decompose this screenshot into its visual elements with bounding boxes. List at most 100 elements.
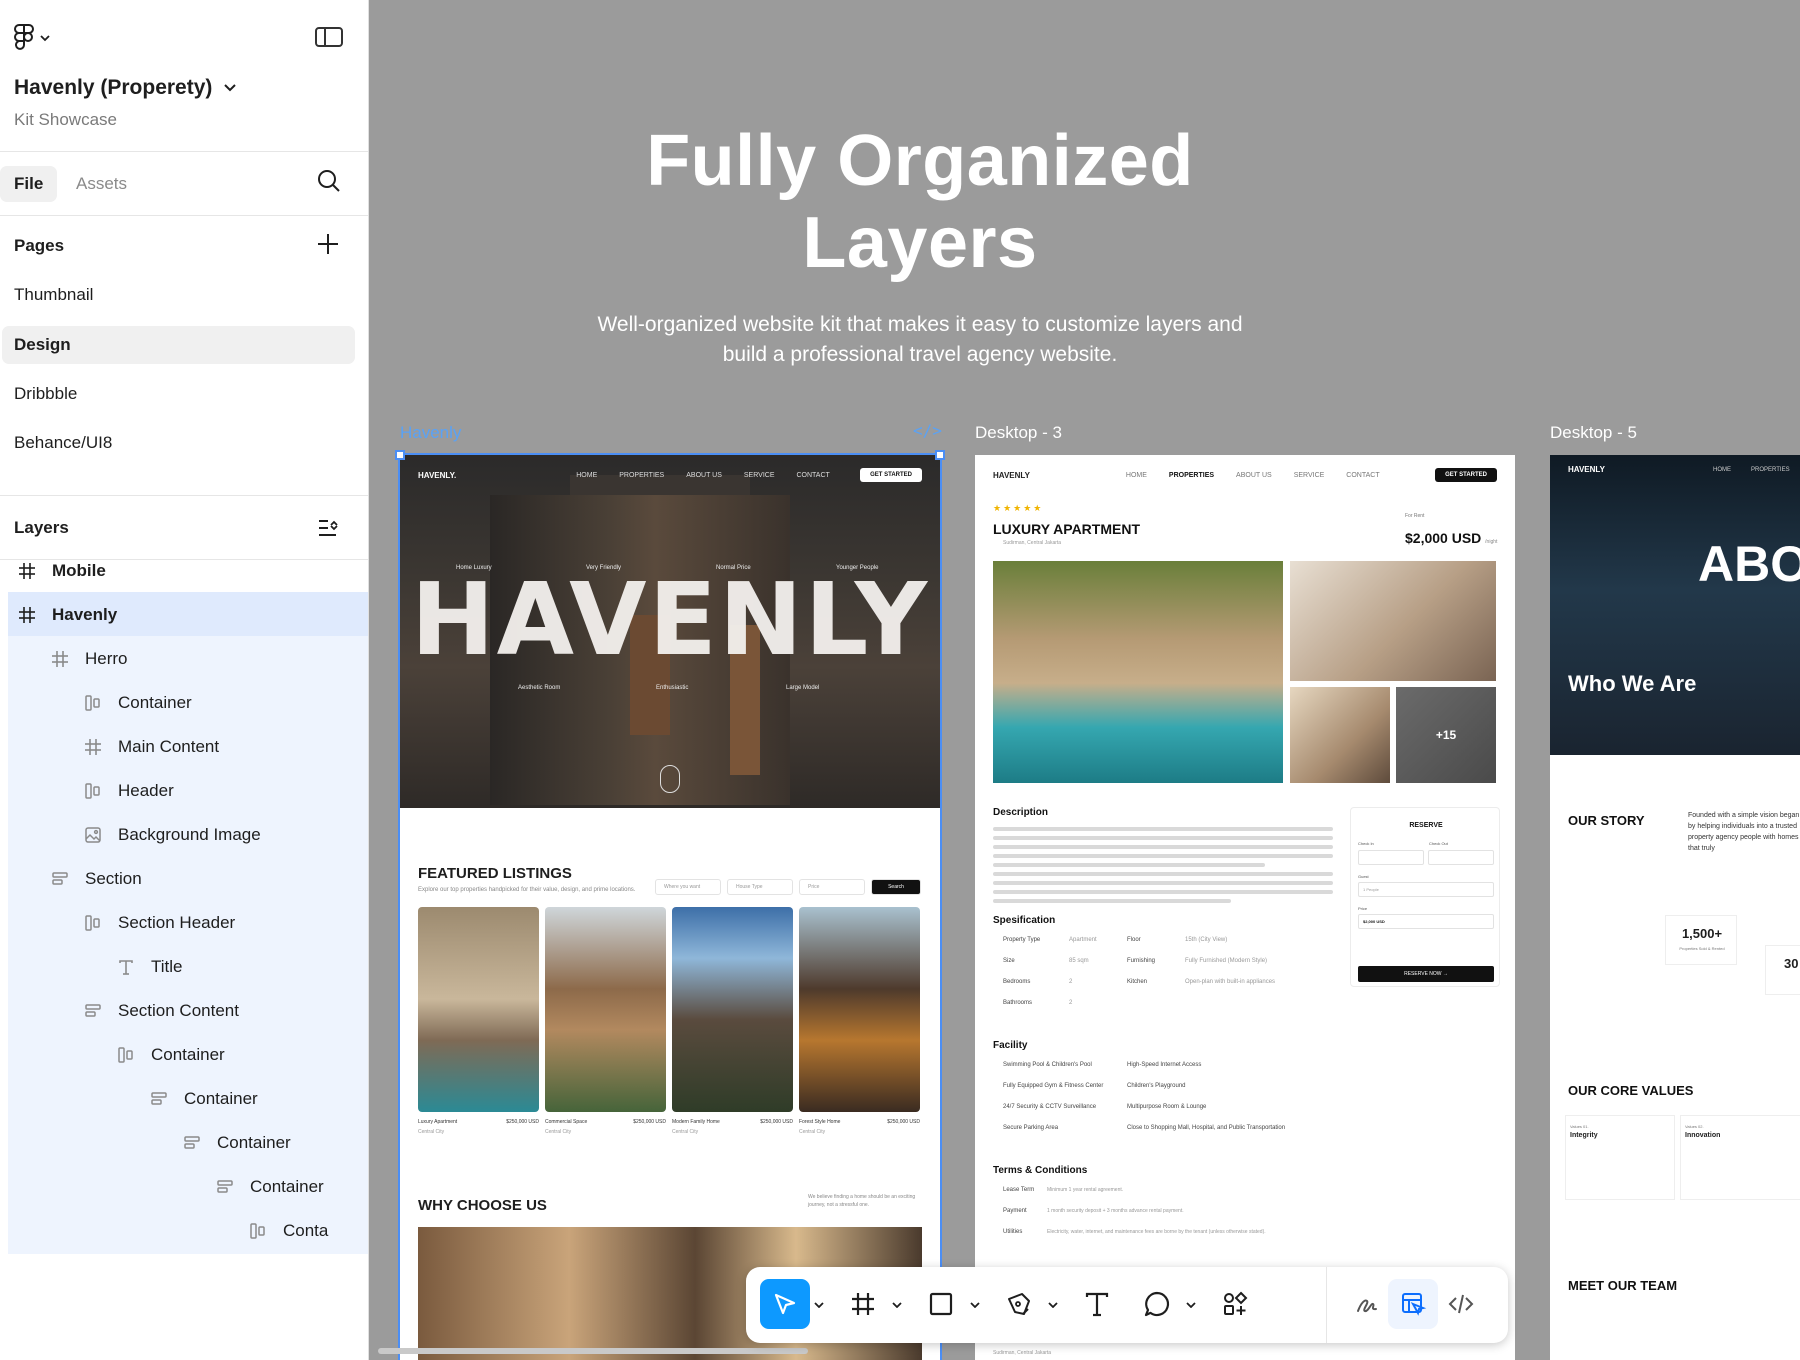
price-label: Price [1358, 906, 1368, 911]
resize-handle[interactable] [395, 450, 405, 460]
nav-link[interactable]: PROPERTIES [1751, 467, 1790, 473]
toggle-sidebar-button[interactable] [314, 26, 344, 48]
facility-item: High-Speed Internet Access [1127, 1062, 1202, 1068]
get-started-button[interactable]: GET STARTED [1435, 468, 1497, 482]
layer-row[interactable]: Title [8, 944, 368, 990]
check-out-field[interactable] [1428, 850, 1494, 865]
nav-link[interactable]: ABOUT US [686, 472, 722, 479]
move-tool-menu[interactable] [812, 1299, 826, 1311]
nav-link[interactable]: CONTACT [1346, 472, 1379, 479]
nav-link[interactable]: HOME [576, 472, 597, 479]
gallery-image[interactable] [1290, 561, 1496, 681]
frame-desktop-5[interactable]: HAVENLY HOME PROPERTIES ABO Who We Are O… [1550, 455, 1800, 1360]
layer-row[interactable]: Container [8, 1032, 368, 1078]
nav-link[interactable]: HOME [1713, 467, 1731, 473]
page-thumbnail[interactable]: Thumbnail [2, 276, 355, 314]
collapse-layers-button[interactable] [316, 516, 342, 545]
tab-assets[interactable]: Assets [62, 166, 141, 202]
text-tool-button[interactable] [1072, 1279, 1122, 1329]
listing-image[interactable] [672, 907, 793, 1112]
layer-row[interactable]: Main Content [8, 724, 368, 770]
main-menu-button[interactable] [14, 24, 50, 52]
layer-row[interactable]: Header [8, 768, 368, 814]
design-mode-button[interactable] [1388, 1279, 1438, 1329]
tab-file[interactable]: File [0, 166, 58, 202]
page-dribbble[interactable]: Dribbble [2, 375, 355, 413]
layer-row[interactable]: Herro [8, 636, 368, 682]
layer-row[interactable]: Container [8, 1120, 368, 1166]
nav-link[interactable]: PROPERTIES [1169, 472, 1214, 479]
layer-row[interactable]: Section [8, 856, 368, 902]
nav-link[interactable]: SERVICE [744, 472, 775, 479]
shape-tool-menu[interactable] [968, 1299, 982, 1311]
frame-desktop-3[interactable]: HAVENLY HOME PROPERTIES ABOUT US SERVICE… [975, 455, 1515, 1360]
description-heading: Description [993, 807, 1049, 818]
term-value: Minimum 1 year rental agreement. [1047, 1187, 1124, 1193]
move-tool-button[interactable] [760, 1279, 810, 1329]
layer-row[interactable]: Mobile [8, 548, 368, 594]
dev-mode-code-icon[interactable]: </> [913, 421, 942, 440]
listing-image[interactable] [418, 907, 539, 1112]
gallery-image[interactable] [1290, 687, 1390, 783]
frame-tool-button[interactable] [838, 1279, 888, 1329]
layer-row[interactable]: Section Header [8, 900, 368, 946]
check-in-field[interactable] [1358, 850, 1424, 865]
listing-name: Modern Family Home [672, 1119, 720, 1125]
layer-row[interactable]: Container [8, 1164, 368, 1210]
search-button[interactable] [316, 168, 342, 199]
nav-link[interactable]: CONTACT [797, 472, 830, 479]
value-number: Values 02. [1685, 1124, 1704, 1129]
reserve-now-button[interactable]: RESERVE NOW → [1358, 966, 1494, 982]
havenly-brand: HAVENLY. [418, 470, 457, 480]
comment-tool-button[interactable] [1132, 1279, 1182, 1329]
price-filter[interactable]: Price [799, 879, 865, 895]
frame-icon [49, 648, 71, 670]
pen-tool-button[interactable] [994, 1279, 1044, 1329]
chevron-down-icon [814, 1302, 824, 1308]
listing-image[interactable] [799, 907, 920, 1112]
location-filter[interactable]: Where you want [655, 879, 721, 895]
listing-name: Forest Style Home [799, 1119, 841, 1125]
file-name-dropdown[interactable]: Havenly (Properety) [14, 76, 237, 100]
layer-row[interactable]: Background Image [8, 812, 368, 858]
page-design[interactable]: Design [2, 326, 355, 364]
listing-image[interactable] [545, 907, 666, 1112]
horizontal-scrollbar[interactable] [378, 1348, 808, 1354]
guest-select[interactable]: 1 People [1358, 882, 1494, 897]
nav-link[interactable]: PROPERTIES [619, 472, 664, 479]
resize-handle[interactable] [935, 450, 945, 460]
gallery-more-photos[interactable]: +15 [1396, 687, 1496, 783]
layer-row[interactable]: Section Content [8, 988, 368, 1034]
layer-row[interactable]: Conta [8, 1208, 368, 1254]
listing-title: LUXURY APARTMENT [993, 521, 1140, 537]
design-canvas[interactable]: Fully Organized Layers Well-organized we… [370, 0, 1800, 1360]
dev-mode-button[interactable] [1436, 1279, 1486, 1329]
actions-tool-button[interactable] [1210, 1279, 1260, 1329]
nav-link[interactable]: ABOUT US [1236, 472, 1272, 479]
frame-label-havenly[interactable]: Havenly [400, 423, 461, 443]
check-in-label: Check In [1358, 841, 1374, 846]
draw-mode-button[interactable] [1342, 1279, 1392, 1329]
frame-havenly[interactable]: HAVENLY. HOME PROPERTIES ABOUT US SERVIC… [398, 453, 942, 1360]
house-type-filter[interactable]: House Type [727, 879, 793, 895]
frame-label-desktop-3[interactable]: Desktop - 3 [975, 423, 1062, 443]
comment-tool-menu[interactable] [1184, 1299, 1198, 1311]
auto-layout-vertical-icon [49, 868, 71, 890]
pen-tool-menu[interactable] [1046, 1299, 1060, 1311]
layer-row[interactable]: Havenly [8, 592, 368, 638]
frame-tool-menu[interactable] [890, 1299, 904, 1311]
chevron-down-icon [1048, 1302, 1058, 1308]
nav-link[interactable]: HOME [1126, 472, 1147, 479]
gallery-main-image[interactable] [993, 561, 1283, 783]
search-icon [318, 170, 340, 192]
frame-label-desktop-5[interactable]: Desktop - 5 [1550, 423, 1637, 443]
layer-row[interactable]: Container [8, 680, 368, 726]
page-behance-ui8[interactable]: Behance/UI8 [2, 424, 355, 462]
get-started-button[interactable]: GET STARTED [860, 468, 922, 482]
shape-tool-button[interactable] [916, 1279, 966, 1329]
nav-link[interactable]: SERVICE [1294, 472, 1325, 479]
layer-row[interactable]: Container [8, 1076, 368, 1122]
search-listings-button[interactable]: Search [871, 879, 921, 895]
add-page-button[interactable] [314, 230, 342, 263]
term-value: 1 month security deposit + 3 months adva… [1047, 1208, 1184, 1214]
